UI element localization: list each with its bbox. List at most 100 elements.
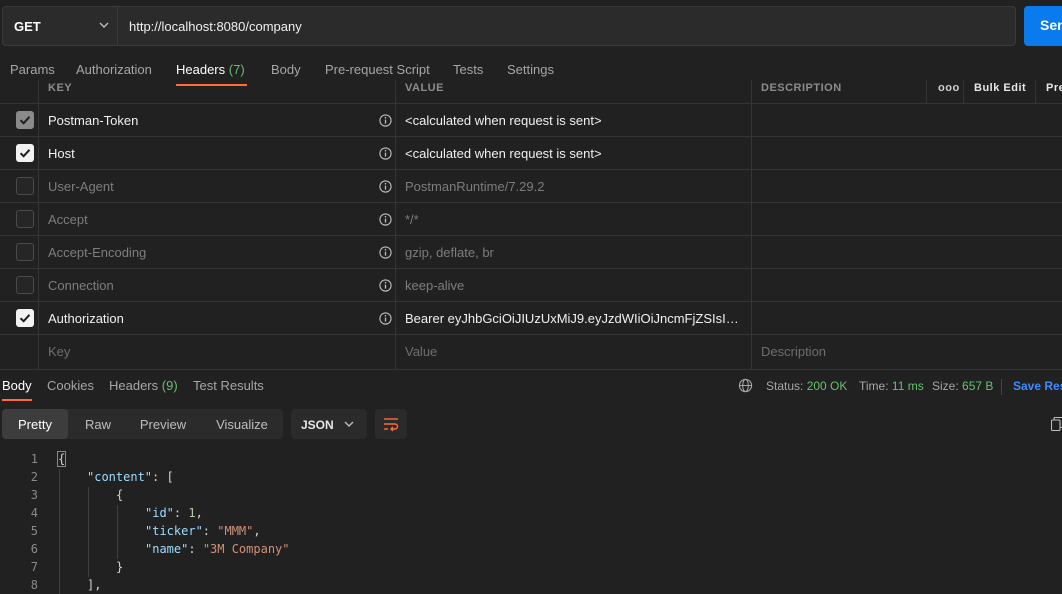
tab-label: Authorization (76, 62, 152, 77)
header-value[interactable]: Bearer eyJhbGciOiJIUzUxMiJ9.eyJzdWIiOiJn… (405, 311, 745, 326)
header-value[interactable]: gzip, deflate, br (405, 245, 745, 260)
time-label: Time: (859, 379, 889, 393)
column-value: VALUE (405, 82, 444, 94)
status-value: 200 OK (806, 379, 848, 393)
header-key[interactable]: Authorization (48, 311, 124, 326)
globe-icon[interactable] (738, 378, 753, 393)
header-key[interactable]: Accept (48, 212, 88, 227)
code-token: { (56, 451, 67, 467)
header-key[interactable]: Accept-Encoding (48, 245, 146, 260)
tab-response-body[interactable]: Body (2, 378, 32, 393)
code-token: "content" (87, 470, 153, 484)
send-label: Send (1040, 17, 1062, 33)
info-icon[interactable] (379, 180, 392, 193)
info-icon[interactable] (379, 114, 392, 127)
column-key: KEY (48, 82, 73, 94)
chevron-down-icon (344, 421, 354, 427)
tab-label: Headers (109, 378, 159, 393)
code-line: 1 { (0, 451, 1062, 469)
code-line: 4 "id": 1, (0, 505, 1062, 523)
header-value[interactable]: */* (405, 212, 745, 227)
tab-label: Params (10, 62, 55, 77)
tab-pre-request-script[interactable]: Pre-request Script (325, 62, 430, 77)
header-value[interactable]: PostmanRuntime/7.29.2 (405, 179, 745, 194)
info-icon[interactable] (379, 279, 392, 292)
presets-button[interactable]: Presets (1046, 82, 1062, 94)
header-enabled-checkbox[interactable] (16, 210, 34, 228)
time-value: 11 ms (891, 379, 924, 393)
tab-tests[interactable]: Tests (453, 62, 483, 77)
more-options-icon[interactable]: ooo (938, 82, 960, 94)
size-readout[interactable]: Size: 657 B (932, 379, 993, 393)
info-icon[interactable] (379, 213, 392, 226)
active-tab-indicator (2, 399, 32, 401)
visualize-button[interactable]: Visualize (202, 409, 282, 439)
line-number: 5 (30, 524, 38, 538)
column-description: DESCRIPTION (761, 82, 842, 94)
header-enabled-checkbox[interactable] (16, 309, 34, 327)
header-key[interactable]: Postman-Token (48, 113, 138, 128)
tab-response-headers[interactable]: Headers (9) (109, 378, 178, 393)
tab-params[interactable]: Params (10, 62, 55, 77)
line-number: 7 (30, 560, 38, 574)
response-body-editor[interactable]: 1 { 2 "content": [ 3 { 4 "id": 1, 5 "tic… (0, 451, 1062, 594)
header-enabled-checkbox[interactable] (16, 177, 34, 195)
tab-body[interactable]: Body (271, 62, 301, 77)
tab-headers[interactable]: Headers (7) (176, 62, 245, 77)
info-icon[interactable] (379, 312, 392, 325)
table-row: Authorization Bearer eyJhbGciOiJIUzUxMiJ9… (0, 302, 1062, 335)
view-mode-segmented: Pretty Raw Preview Visualize (2, 409, 283, 439)
preview-button[interactable]: Preview (128, 409, 198, 439)
header-enabled-checkbox[interactable] (16, 243, 34, 261)
tab-count-badge: (9) (161, 378, 178, 393)
code-token: ], (87, 578, 102, 592)
header-key[interactable]: User-Agent (48, 179, 114, 194)
tab-label: Cookies (47, 378, 94, 393)
table-row: Connection keep-alive (0, 269, 1062, 302)
tab-label: Body (271, 62, 301, 77)
tab-label: Headers (176, 62, 226, 77)
value-input[interactable]: Value (405, 344, 745, 359)
header-value[interactable]: <calculated when request is sent> (405, 113, 745, 128)
info-icon[interactable] (379, 246, 392, 259)
header-key[interactable]: Connection (48, 278, 114, 293)
code-token: } (116, 560, 124, 574)
description-input[interactable]: Description (761, 344, 826, 359)
pretty-button[interactable]: Pretty (2, 409, 68, 439)
header-value[interactable]: keep-alive (405, 278, 745, 293)
header-value[interactable]: <calculated when request is sent> (405, 146, 745, 161)
status-readout[interactable]: Status: 200 OK (766, 379, 847, 393)
divider (926, 80, 927, 104)
info-icon[interactable] (379, 147, 392, 160)
method-label: GET (14, 19, 41, 34)
header-enabled-checkbox[interactable] (16, 276, 34, 294)
format-toolbar: Pretty Raw Preview Visualize JSON (0, 409, 1062, 441)
tab-cookies[interactable]: Cookies (47, 378, 94, 393)
code-token: { (116, 488, 124, 502)
tab-test-results[interactable]: Test Results (193, 378, 264, 393)
method-select[interactable]: GET (2, 6, 118, 46)
tab-label: Settings (507, 62, 554, 77)
tab-authorization[interactable]: Authorization (76, 62, 152, 77)
header-key[interactable]: Host (48, 146, 75, 161)
divider (1035, 80, 1036, 104)
line-number: 4 (30, 506, 38, 520)
tab-settings[interactable]: Settings (507, 62, 554, 77)
tab-label: Test Results (193, 378, 264, 393)
language-select[interactable]: JSON (291, 409, 367, 439)
bulk-edit-button[interactable]: Bulk Edit (974, 82, 1026, 94)
table-row: Host <calculated when request is sent> (0, 137, 1062, 170)
header-enabled-checkbox[interactable] (16, 111, 34, 129)
copy-icon[interactable] (1051, 417, 1062, 431)
divider (1001, 379, 1002, 395)
url-input[interactable]: http://localhost:8080/company (118, 6, 1016, 46)
header-enabled-checkbox[interactable] (16, 144, 34, 162)
send-button[interactable]: Send (1024, 6, 1062, 46)
code-token: "name" (145, 542, 189, 556)
code-token: : [ (152, 470, 174, 484)
raw-button[interactable]: Raw (68, 409, 128, 439)
save-response-button[interactable]: Save Response (1013, 379, 1062, 393)
key-input[interactable]: Key (48, 344, 70, 359)
time-readout[interactable]: Time: 11 ms (859, 379, 924, 393)
wrap-lines-button[interactable] (375, 409, 407, 439)
